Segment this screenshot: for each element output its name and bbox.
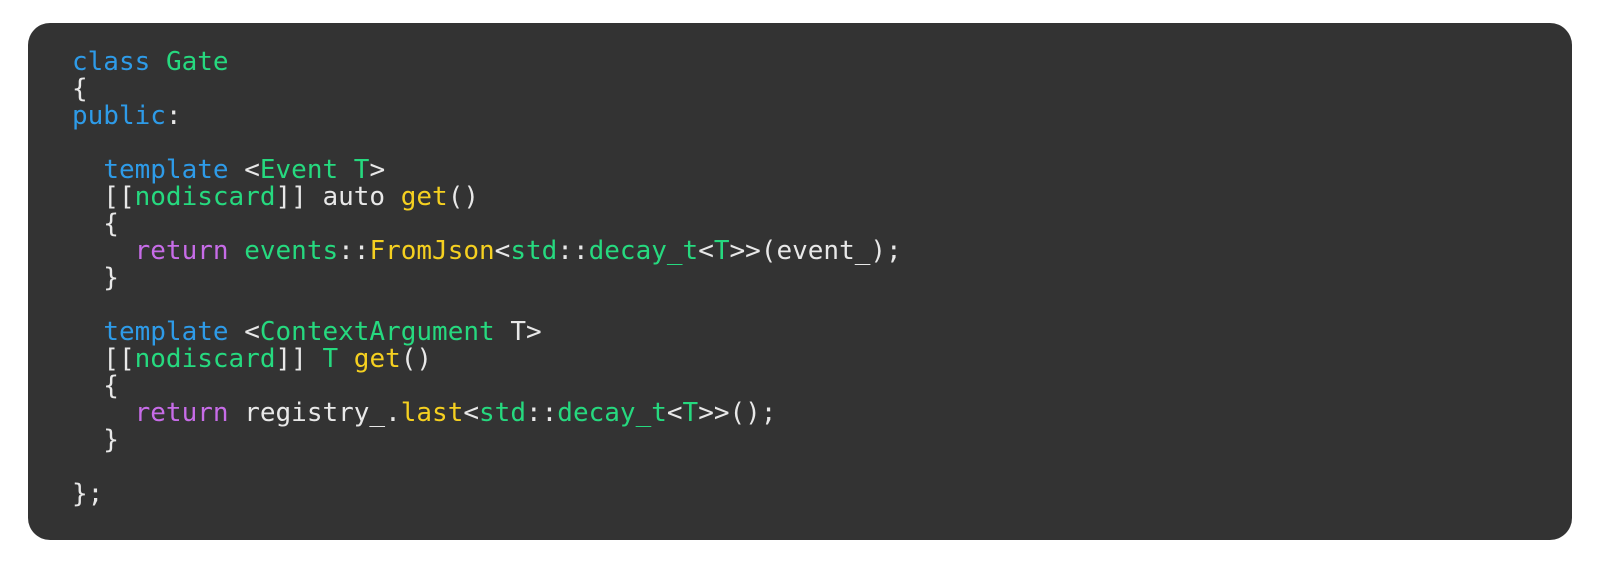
code-token: T xyxy=(353,155,370,185)
code-token: registry_. xyxy=(228,398,401,428)
code-token: Event xyxy=(259,155,339,185)
code-token: () xyxy=(400,344,433,374)
code-token: < xyxy=(228,317,260,347)
code-token: : xyxy=(165,101,182,131)
code-line: { xyxy=(72,76,1572,103)
code-token: < xyxy=(666,398,683,428)
code-line: }; xyxy=(72,481,1572,508)
code-line: template <Event T> xyxy=(72,157,1572,184)
code-token: T xyxy=(713,236,730,266)
code-line: public: xyxy=(72,103,1572,130)
code-token: < xyxy=(463,398,480,428)
code-token: > xyxy=(369,155,386,185)
code-token: }; xyxy=(72,479,104,509)
code-token: < xyxy=(228,155,260,185)
code-token: Gate xyxy=(165,47,229,77)
code-token: nodiscard xyxy=(134,344,276,374)
code-token: { xyxy=(72,74,88,104)
code-line: } xyxy=(72,265,1572,292)
code-token: { xyxy=(72,371,119,401)
code-block-panel: class Gate{public: template <Event T> [[… xyxy=(28,23,1572,540)
code-token: public xyxy=(72,101,166,131)
code-token: < xyxy=(698,236,714,266)
code-token: T xyxy=(682,398,699,428)
code-token: } xyxy=(72,425,119,455)
code-content[interactable]: class Gate{public: template <Event T> [[… xyxy=(28,45,1572,508)
code-token: return xyxy=(134,236,229,266)
code-line: return events::FromJson<std::decay_t<T>>… xyxy=(72,238,1572,265)
code-token: ContextArgument xyxy=(259,317,495,347)
code-token: decay_t xyxy=(588,236,699,266)
code-token: return xyxy=(134,398,229,428)
code-token: T xyxy=(322,344,339,374)
code-line: [[nodiscard]] auto get() xyxy=(72,184,1572,211)
code-token: std xyxy=(510,236,558,266)
code-token: :: xyxy=(525,398,558,428)
code-token: events xyxy=(244,236,339,266)
code-token: template xyxy=(103,317,229,347)
code-token: get xyxy=(400,182,448,212)
code-token: T> xyxy=(494,317,542,347)
code-token: FromJson xyxy=(369,236,495,266)
code-token: { xyxy=(72,209,119,239)
code-line: class Gate xyxy=(72,49,1572,76)
code-line: [[nodiscard]] T get() xyxy=(72,346,1572,373)
code-token: :: xyxy=(338,236,370,266)
code-token: < xyxy=(494,236,511,266)
code-token: >>(event_); xyxy=(729,236,902,266)
code-token: >>(); xyxy=(698,398,777,428)
code-line: template <ContextArgument T> xyxy=(72,319,1572,346)
code-token: template xyxy=(103,155,229,185)
code-token: ]] auto xyxy=(275,182,401,212)
code-line: return registry_.last<std::decay_t<T>>()… xyxy=(72,400,1572,427)
code-line: { xyxy=(72,211,1572,238)
code-token: () xyxy=(447,182,480,212)
code-token: nodiscard xyxy=(134,182,276,212)
code-token: get xyxy=(353,344,401,374)
code-token: ]] xyxy=(275,344,323,374)
code-token: } xyxy=(72,263,119,293)
code-token: decay_t xyxy=(557,398,667,428)
code-token: :: xyxy=(557,236,589,266)
code-line: { xyxy=(72,373,1572,400)
code-token: std xyxy=(479,398,526,428)
code-token: last xyxy=(400,398,464,428)
code-token: [[ xyxy=(72,344,135,374)
code-token: class xyxy=(72,47,151,77)
code-token: [[ xyxy=(72,182,135,212)
code-line: } xyxy=(72,427,1572,454)
